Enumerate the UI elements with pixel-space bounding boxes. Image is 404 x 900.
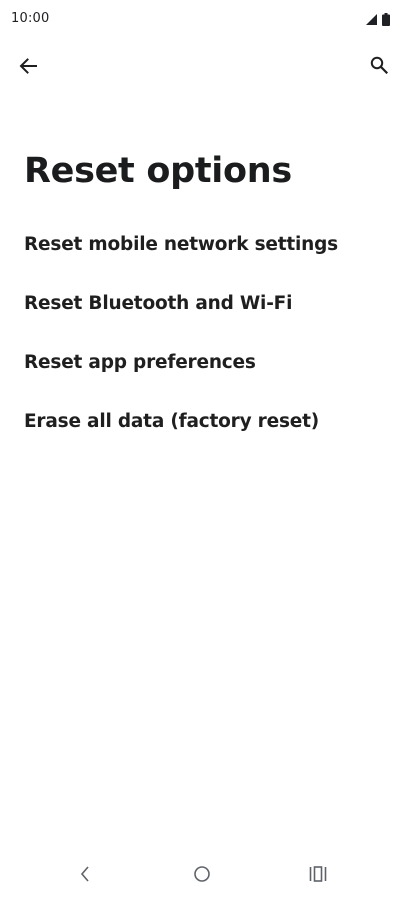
nav-recents-icon bbox=[309, 866, 327, 886]
option-label: Reset Bluetooth and Wi-Fi bbox=[24, 293, 293, 314]
option-label: Reset mobile network settings bbox=[24, 234, 338, 255]
option-reset-app-preferences[interactable]: Reset app preferences bbox=[0, 333, 404, 392]
top-app-bar bbox=[0, 44, 404, 92]
option-label: Reset app preferences bbox=[24, 352, 256, 373]
system-navigation-bar bbox=[0, 852, 404, 900]
page-title: Reset options bbox=[24, 151, 292, 191]
nav-home-button[interactable] bbox=[186, 862, 218, 890]
back-button[interactable] bbox=[10, 50, 46, 86]
nav-back-button[interactable] bbox=[69, 862, 101, 890]
search-button[interactable] bbox=[361, 49, 397, 85]
option-erase-all-data[interactable]: Erase all data (factory reset) bbox=[0, 392, 404, 451]
signal-icon bbox=[366, 13, 377, 25]
status-icons bbox=[366, 12, 390, 26]
option-label: Erase all data (factory reset) bbox=[24, 411, 320, 432]
nav-home-icon bbox=[193, 865, 211, 887]
nav-recents-button[interactable] bbox=[302, 862, 334, 890]
status-bar: 10:00 bbox=[0, 0, 404, 38]
option-reset-mobile-network[interactable]: Reset mobile network settings bbox=[0, 215, 404, 274]
status-time: 10:00 bbox=[11, 11, 50, 26]
reset-options-list: Reset mobile network settings Reset Blue… bbox=[0, 215, 404, 451]
nav-back-icon bbox=[79, 865, 91, 887]
battery-icon bbox=[382, 12, 390, 26]
option-reset-bluetooth-wifi[interactable]: Reset Bluetooth and Wi-Fi bbox=[0, 274, 404, 333]
arrow-left-icon bbox=[19, 57, 37, 79]
search-icon bbox=[370, 56, 389, 78]
